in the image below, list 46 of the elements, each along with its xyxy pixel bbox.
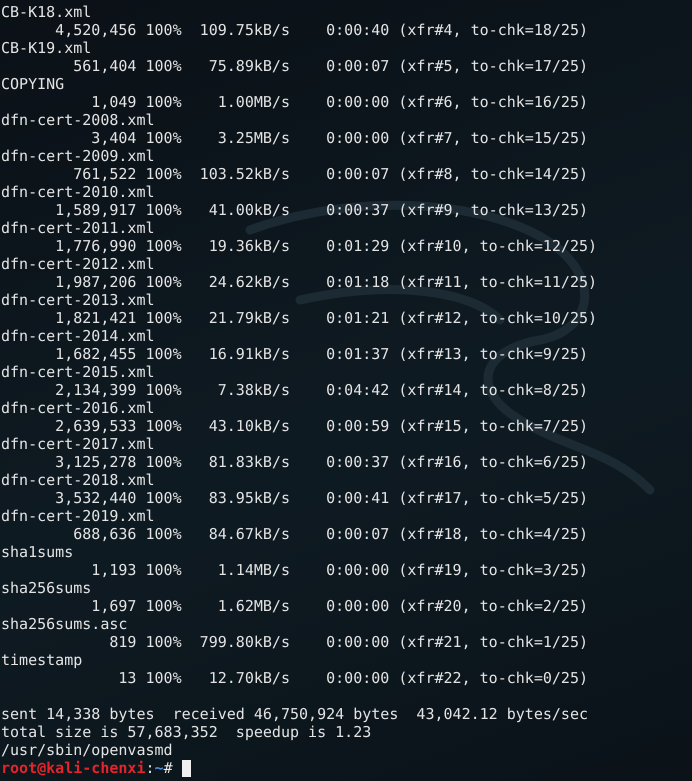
output-line: 819 100% 799.80kB/s 0:00:00 (xfr#21, to-chk=1/25)	[108, 633, 589, 651]
output-line: 3,125,278 100% 81.83kB/s 0:00:37 (xfr#16, to-chk=6/25)	[54, 453, 589, 471]
output-line: 2,639,533 100% 43.10kB/s 0:00:59 (xfr#15, to-chk=7/25)	[54, 417, 589, 435]
prompt-separator: :	[146, 759, 155, 777]
output-line: 1,776,990 100% 19.36kB/s 0:01:29 (xfr#10, to-chk=12/25)	[54, 237, 598, 255]
output-line: 1,049 100% 1.00MB/s 0:00:00 (xfr#6, to-chk=16/25)	[90, 93, 589, 111]
output-line: CB-K19.xml	[1, 39, 92, 57]
output-line: sha256sums.asc	[1, 615, 128, 633]
output-line: dfn-cert-2013.xml	[1, 291, 156, 309]
output-line: 1,589,917 100% 41.00kB/s 0:00:37 (xfr#9, to-chk=13/25)	[54, 201, 589, 219]
output-line: 1,697 100% 1.62MB/s 0:00:00 (xfr#20, to-chk=2/25)	[90, 597, 589, 615]
output-line: CB-K18.xml	[1, 3, 92, 21]
output-line: timestamp	[1, 651, 84, 669]
output-line: dfn-cert-2012.xml	[1, 255, 156, 273]
output-line: dfn-cert-2018.xml	[1, 471, 156, 489]
output-line: 561,404 100% 75.89kB/s 0:00:07 (xfr#5, to-chk=17/25)	[72, 57, 589, 75]
output-line: dfn-cert-2008.xml	[1, 111, 156, 129]
prompt-user-host: root@kali-chenxi	[1, 759, 146, 777]
prompt-symbol: #	[164, 759, 174, 777]
output-line: dfn-cert-2015.xml	[1, 363, 156, 381]
output-line: total size is 57,683,352 speedup is 1.23	[1, 723, 372, 741]
output-line: 1,193 100% 1.14MB/s 0:00:00 (xfr#19, to-chk=3/25)	[90, 561, 589, 579]
output-line: 1,821,421 100% 21.79kB/s 0:01:21 (xfr#12, to-chk=10/25)	[54, 309, 598, 327]
text-cursor	[182, 760, 191, 776]
output-line: dfn-cert-2009.xml	[1, 147, 156, 165]
output-line: sha1sums	[1, 543, 74, 561]
output-line: 3,404 100% 3.25MB/s 0:00:00 (xfr#7, to-chk=15/25)	[90, 129, 589, 147]
output-line: /usr/sbin/openvasmd	[1, 741, 174, 759]
output-line: dfn-cert-2011.xml	[1, 219, 156, 237]
output-line: dfn-cert-2016.xml	[1, 399, 156, 417]
output-line: dfn-cert-2010.xml	[1, 183, 156, 201]
output-line: dfn-cert-2014.xml	[1, 327, 156, 345]
output-line: 4,520,456 100% 109.75kB/s 0:00:40 (xfr#4, to-chk=18/25)	[54, 21, 589, 39]
output-line: dfn-cert-2019.xml	[1, 507, 156, 525]
output-line: sent 14,338 bytes received 46,750,924 bytes 43,042.12 bytes/sec	[1, 705, 589, 723]
output-line: 13 100% 12.70kB/s 0:00:00 (xfr#22, to-chk=0/25)	[117, 669, 589, 687]
output-line: 688,636 100% 84.67kB/s 0:00:07 (xfr#18, to-chk=4/25)	[72, 525, 589, 543]
output-line: sha256sums	[1, 579, 92, 597]
output-line: 1,682,455 100% 16.91kB/s 0:01:37 (xfr#13, to-chk=9/25)	[54, 345, 589, 363]
output-line: 2,134,399 100% 7.38kB/s 0:04:42 (xfr#14, to-chk=8/25)	[54, 381, 589, 399]
prompt-path: ~	[154, 759, 164, 777]
output-line: 1,987,206 100% 24.62kB/s 0:01:18 (xfr#11, to-chk=11/25)	[54, 273, 598, 291]
output-line: dfn-cert-2017.xml	[1, 435, 156, 453]
output-line: COPYING	[1, 75, 66, 93]
output-line: 761,522 100% 103.52kB/s 0:00:07 (xfr#8, to-chk=14/25)	[72, 165, 589, 183]
output-line: 3,532,440 100% 83.95kB/s 0:00:41 (xfr#17, to-chk=5/25)	[54, 489, 589, 507]
